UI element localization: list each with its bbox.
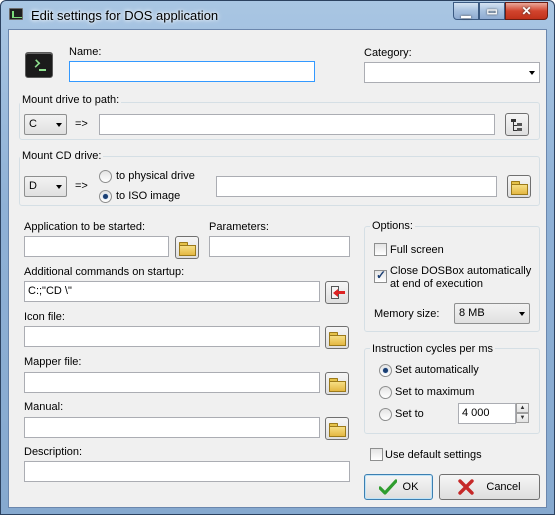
window-title: Edit settings for DOS application — [31, 8, 219, 23]
use-default-settings-checkbox[interactable] — [370, 448, 383, 461]
cancel-label: Cancel — [486, 481, 521, 493]
chevron-down-icon — [519, 312, 525, 316]
manual-label: Manual: — [24, 401, 64, 413]
mount-cd-title: Mount CD drive: — [20, 150, 104, 162]
description-input[interactable] — [24, 461, 350, 482]
icon-file-label: Icon file: — [24, 311, 65, 323]
radio-physical-drive-label[interactable]: to physical drive — [116, 170, 195, 182]
maximize-button[interactable]: ▭ — [479, 2, 505, 20]
browse-manual-button[interactable] — [325, 417, 349, 440]
mount-drive-path-input[interactable] — [99, 114, 495, 135]
folder-open-icon — [179, 241, 196, 256]
chevron-down-icon — [56, 185, 62, 189]
icon-file-input[interactable] — [24, 326, 320, 347]
cycles-title: Instruction cycles per ms — [370, 343, 496, 355]
radio-physical-drive[interactable] — [99, 170, 112, 183]
dialog-client-area: Name: Category: Mount drive to path: C =… — [8, 29, 547, 508]
close-dosbox-label-line2[interactable]: at end of execution — [390, 278, 483, 290]
manual-input[interactable] — [24, 417, 320, 438]
cycles-spinner[interactable]: ▲ ▼ — [516, 403, 529, 424]
parameters-input[interactable] — [209, 236, 350, 257]
cancel-button[interactable]: Cancel — [439, 474, 540, 500]
ok-label: OK — [402, 481, 419, 493]
minimize-icon: ▁ — [461, 4, 471, 18]
folder-open-icon — [329, 331, 346, 346]
description-label: Description: — [24, 446, 83, 458]
checkmark-icon — [378, 479, 397, 495]
dialog-window: Edit settings for DOS application ▁ ▭ ✕ … — [0, 0, 555, 515]
folder-tree-icon — [510, 118, 524, 132]
mount-drive-letter-dropdown[interactable]: C — [24, 114, 67, 135]
folder-open-icon — [511, 180, 528, 195]
close-dosbox-label-line1[interactable]: Close DOSBox automatically — [390, 265, 531, 277]
iso-image-path-input[interactable] — [216, 176, 497, 197]
mount-cd-letter: D — [29, 180, 37, 192]
cycles-value-input[interactable]: 4 000 — [458, 403, 516, 424]
parameters-label: Parameters: — [209, 221, 269, 233]
memory-size-value: 8 MB — [459, 307, 485, 319]
memory-size-dropdown[interactable]: 8 MB — [454, 303, 530, 324]
memory-size-label: Memory size: — [374, 308, 440, 320]
minimize-button[interactable]: ▁ — [453, 2, 479, 20]
radio-cycles-set-label[interactable]: Set to — [395, 408, 424, 420]
startup-commands-input[interactable]: C:;"CD \" — [24, 281, 320, 302]
radio-cycles-max-label[interactable]: Set to maximum — [395, 386, 474, 398]
application-input[interactable] — [24, 236, 169, 257]
radio-cycles-set[interactable] — [379, 408, 392, 421]
folder-open-icon — [329, 377, 346, 392]
ok-button[interactable]: OK — [364, 474, 433, 500]
name-label: Name: — [69, 46, 102, 58]
mapper-file-label: Mapper file: — [24, 356, 82, 368]
mount-cd-letter-dropdown[interactable]: D — [24, 176, 67, 197]
radio-iso-image-label[interactable]: to ISO image — [116, 190, 180, 202]
mount-drive-letter: C — [29, 118, 37, 130]
name-input[interactable] — [69, 61, 315, 82]
radio-cycles-max[interactable] — [379, 386, 392, 399]
application-label: Application to be started: — [24, 221, 146, 233]
startup-commands-label: Additional commands on startup: — [24, 266, 185, 278]
mount-cd-arrow-label: => — [75, 180, 88, 192]
radio-iso-image[interactable] — [99, 190, 112, 203]
close-button[interactable]: ✕ — [505, 2, 548, 20]
radio-cycles-auto[interactable] — [379, 364, 392, 377]
spin-down-icon[interactable]: ▼ — [516, 413, 529, 423]
browse-iso-button[interactable] — [507, 175, 531, 198]
chevron-down-icon — [529, 71, 535, 75]
browse-icon-file-button[interactable] — [325, 326, 349, 349]
folder-open-icon — [329, 422, 346, 437]
console-app-icon — [9, 8, 23, 20]
full-screen-label[interactable]: Full screen — [390, 244, 444, 256]
browse-application-button[interactable] — [175, 236, 199, 259]
mount-drive-title: Mount drive to path: — [20, 94, 122, 106]
cancel-x-icon — [458, 479, 475, 495]
category-dropdown[interactable] — [364, 62, 540, 83]
options-title: Options: — [370, 220, 415, 232]
close-icon: ✕ — [521, 4, 532, 18]
full-screen-checkbox[interactable] — [374, 243, 387, 256]
chevron-down-icon — [56, 123, 62, 127]
use-default-settings-label[interactable]: Use default settings — [385, 449, 482, 461]
title-bar[interactable]: Edit settings for DOS application ▁ ▭ ✕ — [1, 1, 554, 29]
mapper-file-input[interactable] — [24, 372, 320, 393]
caption-buttons: ▁ ▭ ✕ — [453, 2, 548, 21]
mount-drive-arrow-label: => — [75, 118, 88, 130]
radio-cycles-auto-label[interactable]: Set automatically — [395, 364, 479, 376]
edit-startup-commands-button[interactable] — [325, 281, 349, 304]
browse-folder-tree-button[interactable] — [505, 113, 529, 136]
maximize-icon: ▭ — [486, 4, 498, 18]
spin-up-icon[interactable]: ▲ — [516, 403, 529, 413]
category-label: Category: — [364, 47, 412, 59]
terminal-icon — [25, 52, 53, 78]
browse-mapper-file-button[interactable] — [325, 372, 349, 395]
close-dosbox-checkbox[interactable] — [374, 268, 387, 283]
